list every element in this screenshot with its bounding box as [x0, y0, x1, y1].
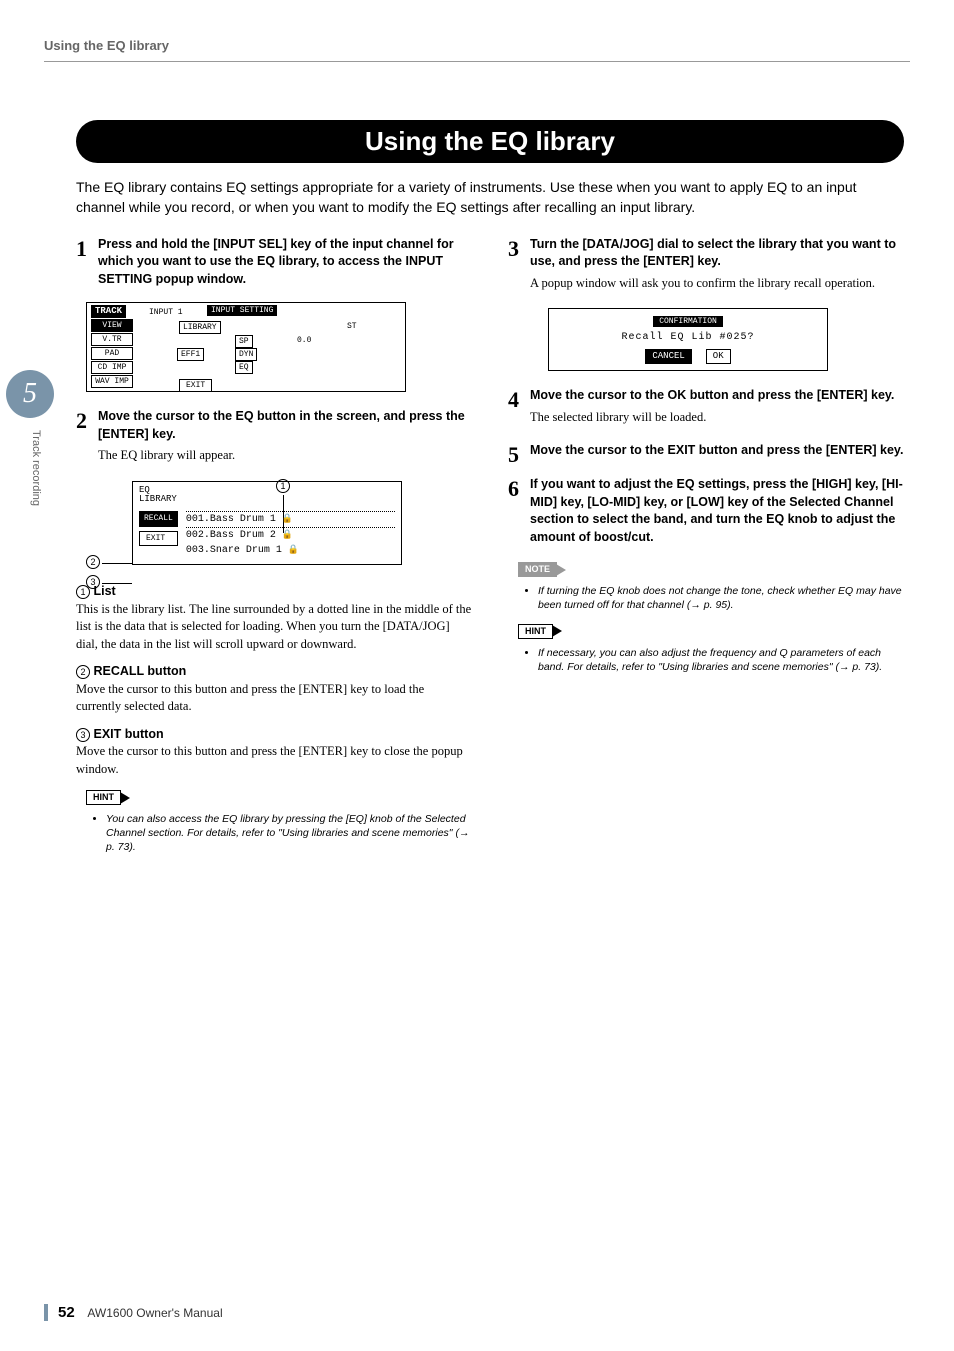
- list-item: 002.Bass Drum 2: [186, 530, 276, 541]
- hint-box-right: HINT If necessary, you can also adjust t…: [518, 622, 904, 674]
- step-4: 4 Move the cursor to the OK button and p…: [508, 387, 904, 432]
- step-heading: Move the cursor to the EQ button in the …: [98, 408, 472, 443]
- step-heading: Turn the [DATA/JOG] dial to select the l…: [530, 236, 904, 271]
- screenshot-confirmation: CONFIRMATION Recall EQ Lib #025? CANCEL …: [548, 308, 828, 371]
- input-label: INPUT 1: [149, 307, 183, 318]
- hint-text: You can also access the EQ library by pr…: [106, 812, 472, 855]
- step-heading: If you want to adjust the EQ settings, p…: [530, 476, 904, 546]
- eq-label: EQ: [139, 486, 395, 496]
- def-label: EXIT button: [93, 727, 163, 741]
- step-heading: Press and hold the [INPUT SEL] key of th…: [98, 236, 472, 289]
- step-number: 5: [508, 442, 530, 466]
- hint-text: If necessary, you can also adjust the fr…: [538, 646, 904, 674]
- callout-num-icon: 2: [76, 665, 90, 679]
- hint-box: HINT You can also access the EQ library …: [86, 788, 472, 854]
- step-number: 2: [76, 408, 98, 471]
- lock-icon: 🔒: [288, 545, 299, 555]
- callout-num-icon: 3: [76, 728, 90, 742]
- hint-tag: HINT: [518, 624, 553, 639]
- step-heading: Move the cursor to the EXIT button and p…: [530, 442, 904, 460]
- step-text: A popup window will ask you to confirm t…: [530, 275, 904, 293]
- screenshot-eq-library-wrap: 1 2 3 EQ LIBRARY RECALL EXIT: [98, 481, 408, 566]
- chapter-number: 5: [6, 370, 54, 418]
- footer: 52 AW1600 Owner's Manual: [44, 1304, 223, 1321]
- input-setting-label: INPUT SETTING: [207, 305, 277, 316]
- list-item: 003.Snare Drum 1: [186, 545, 282, 556]
- step-2: 2 Move the cursor to the EQ button in th…: [76, 408, 472, 471]
- def-text: This is the library list. The line surro…: [76, 601, 472, 654]
- screenshot-eq-library: EQ LIBRARY RECALL EXIT 001.Bass Drum 1 🔒…: [132, 481, 402, 566]
- vtr-tab: V.TR: [91, 333, 133, 346]
- ok-button: OK: [706, 349, 731, 364]
- track-label: TRACK: [91, 305, 126, 318]
- lock-icon: 🔒: [282, 514, 293, 524]
- step-number: 1: [76, 236, 98, 293]
- left-column: 1 Press and hold the [INPUT SEL] key of …: [76, 236, 472, 863]
- content-area: Using the EQ library The EQ library cont…: [76, 100, 904, 862]
- st-label: ST: [347, 321, 357, 332]
- header-section: Using the EQ library: [44, 38, 169, 53]
- step-3: 3 Turn the [DATA/JOG] dial to select the…: [508, 236, 904, 299]
- callout-line: [102, 583, 132, 584]
- sp-box: SP: [235, 335, 253, 348]
- library-list: 001.Bass Drum 1 🔒 002.Bass Drum 2 🔒 003.…: [186, 511, 395, 558]
- manual-title: AW1600 Owner's Manual: [87, 1306, 222, 1320]
- page-number: 52: [58, 1304, 75, 1321]
- side-tab: 5 Track recording: [0, 370, 58, 650]
- view-tab: VIEW: [91, 319, 133, 332]
- callout-line: [102, 563, 132, 564]
- right-column: 3 Turn the [DATA/JOG] dial to select the…: [508, 236, 904, 863]
- pad-tab: PAD: [91, 347, 133, 360]
- exit-button: EXIT: [139, 531, 178, 546]
- lock-icon: 🔒: [282, 530, 293, 540]
- note-tag: NOTE: [518, 562, 557, 577]
- header-bar: Using the EQ library: [44, 37, 910, 62]
- def-label: RECALL button: [93, 664, 186, 678]
- library-box: LIBRARY: [179, 321, 221, 334]
- step-5: 5 Move the cursor to the EXIT button and…: [508, 442, 904, 466]
- step-text: The EQ library will appear.: [98, 447, 472, 465]
- step-6: 6 If you want to adjust the EQ settings,…: [508, 476, 904, 550]
- page-title: Using the EQ library: [76, 120, 904, 163]
- screenshot-input-setting: TRACK INPUT 1 INPUT SETTING VIEW V.TR PA…: [86, 302, 406, 392]
- recall-button: RECALL: [139, 511, 178, 526]
- definition-2: 2 RECALL button Move the cursor to this …: [76, 663, 472, 716]
- confirmation-title: CONFIRMATION: [653, 316, 723, 327]
- chapter-label: Track recording: [30, 430, 42, 506]
- zero-label: 0.0: [297, 335, 311, 346]
- cancel-button: CANCEL: [645, 349, 691, 364]
- definition-1: 1 List This is the library list. The lin…: [76, 583, 472, 653]
- definition-3: 3 EXIT button Move the cursor to this bu…: [76, 726, 472, 779]
- step-number: 3: [508, 236, 530, 299]
- step-number: 6: [508, 476, 530, 550]
- hint-tag: HINT: [86, 790, 121, 805]
- eff-box: EFF1: [177, 348, 204, 361]
- step-1: 1 Press and hold the [INPUT SEL] key of …: [76, 236, 472, 293]
- intro-text: The EQ library contains EQ settings appr…: [76, 177, 904, 218]
- def-text: Move the cursor to this button and press…: [76, 743, 472, 778]
- cd-tab: CD IMP: [91, 361, 133, 374]
- wav-tab: WAV IMP: [91, 375, 133, 388]
- dyn-box: DYN: [235, 348, 257, 361]
- callout-1-icon: 1: [276, 479, 290, 493]
- library-label: LIBRARY: [139, 495, 395, 505]
- callout-3-icon: 3: [86, 575, 100, 589]
- note-text: If turning the EQ knob does not change t…: [538, 584, 904, 612]
- confirmation-text: Recall EQ Lib #025?: [555, 331, 821, 345]
- eq-box: EQ: [235, 361, 253, 374]
- exit-box: EXIT: [179, 379, 212, 392]
- callout-2-icon: 2: [86, 555, 100, 569]
- note-box: NOTE If turning the EQ knob does not cha…: [518, 560, 904, 612]
- step-number: 4: [508, 387, 530, 432]
- list-item: 001.Bass Drum 1: [186, 514, 276, 525]
- def-text: Move the cursor to this button and press…: [76, 681, 472, 716]
- step-heading: Move the cursor to the OK button and pre…: [530, 387, 904, 405]
- step-text: The selected library will be loaded.: [530, 409, 904, 427]
- two-columns: 1 Press and hold the [INPUT SEL] key of …: [76, 236, 904, 863]
